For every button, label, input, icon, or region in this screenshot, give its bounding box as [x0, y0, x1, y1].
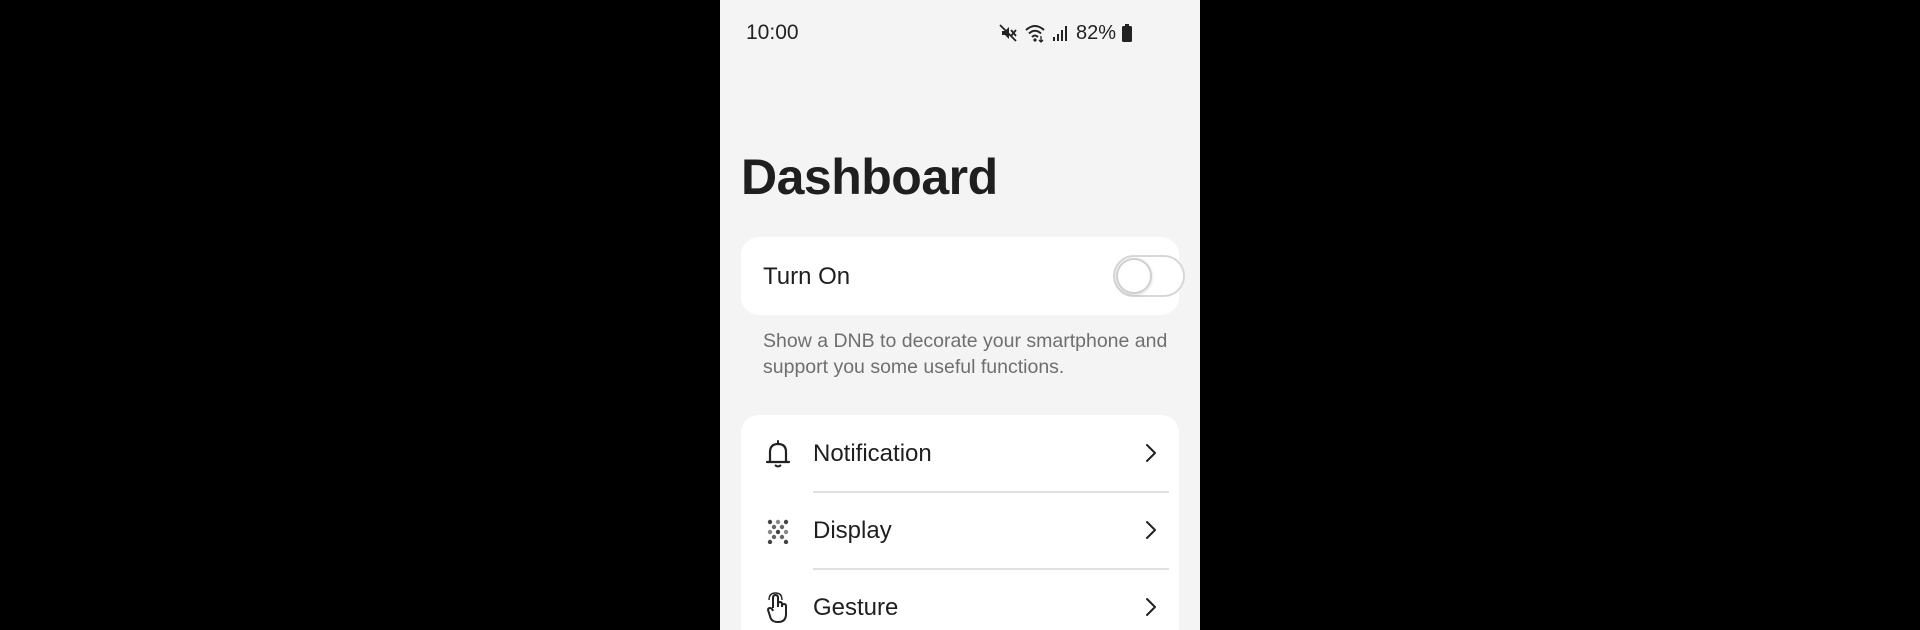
signal-icon — [1052, 24, 1068, 42]
hand-pointer-icon — [763, 591, 793, 625]
dots-grid-icon — [763, 514, 793, 548]
chevron-right-icon — [1143, 595, 1159, 619]
bell-icon — [763, 437, 793, 471]
chevron-right-icon — [1143, 441, 1159, 465]
chevron-right-icon — [1143, 518, 1159, 542]
toggle-knob — [1116, 258, 1152, 294]
status-icons: 82% — [998, 20, 1133, 46]
settings-menu-card: Notification Display Gesture — [741, 415, 1179, 630]
menu-item-label: Gesture — [813, 594, 899, 621]
menu-item-notification[interactable]: Notification — [741, 415, 1179, 492]
mute-icon — [998, 23, 1018, 43]
page-title: Dashboard — [741, 149, 998, 205]
menu-item-label: Notification — [813, 440, 932, 467]
feature-description: Show a DNB to decorate your smartphone a… — [763, 330, 1168, 378]
phone-screen: 10:00 82% Dashboard Turn On Show a DNB t… — [720, 0, 1200, 630]
menu-item-label: Display — [813, 517, 892, 544]
status-bar: 10:00 82% — [720, 0, 1200, 66]
turn-on-toggle[interactable] — [1113, 255, 1185, 297]
menu-item-display[interactable]: Display — [741, 492, 1179, 569]
turn-on-label: Turn On — [763, 263, 851, 290]
turn-on-card: Turn On — [741, 237, 1185, 315]
status-time: 10:00 — [746, 21, 799, 44]
menu-item-gesture[interactable]: Gesture — [741, 569, 1179, 630]
wifi-icon — [1024, 23, 1046, 43]
battery-icon — [1122, 24, 1133, 42]
battery-percent: 82% — [1076, 21, 1117, 44]
